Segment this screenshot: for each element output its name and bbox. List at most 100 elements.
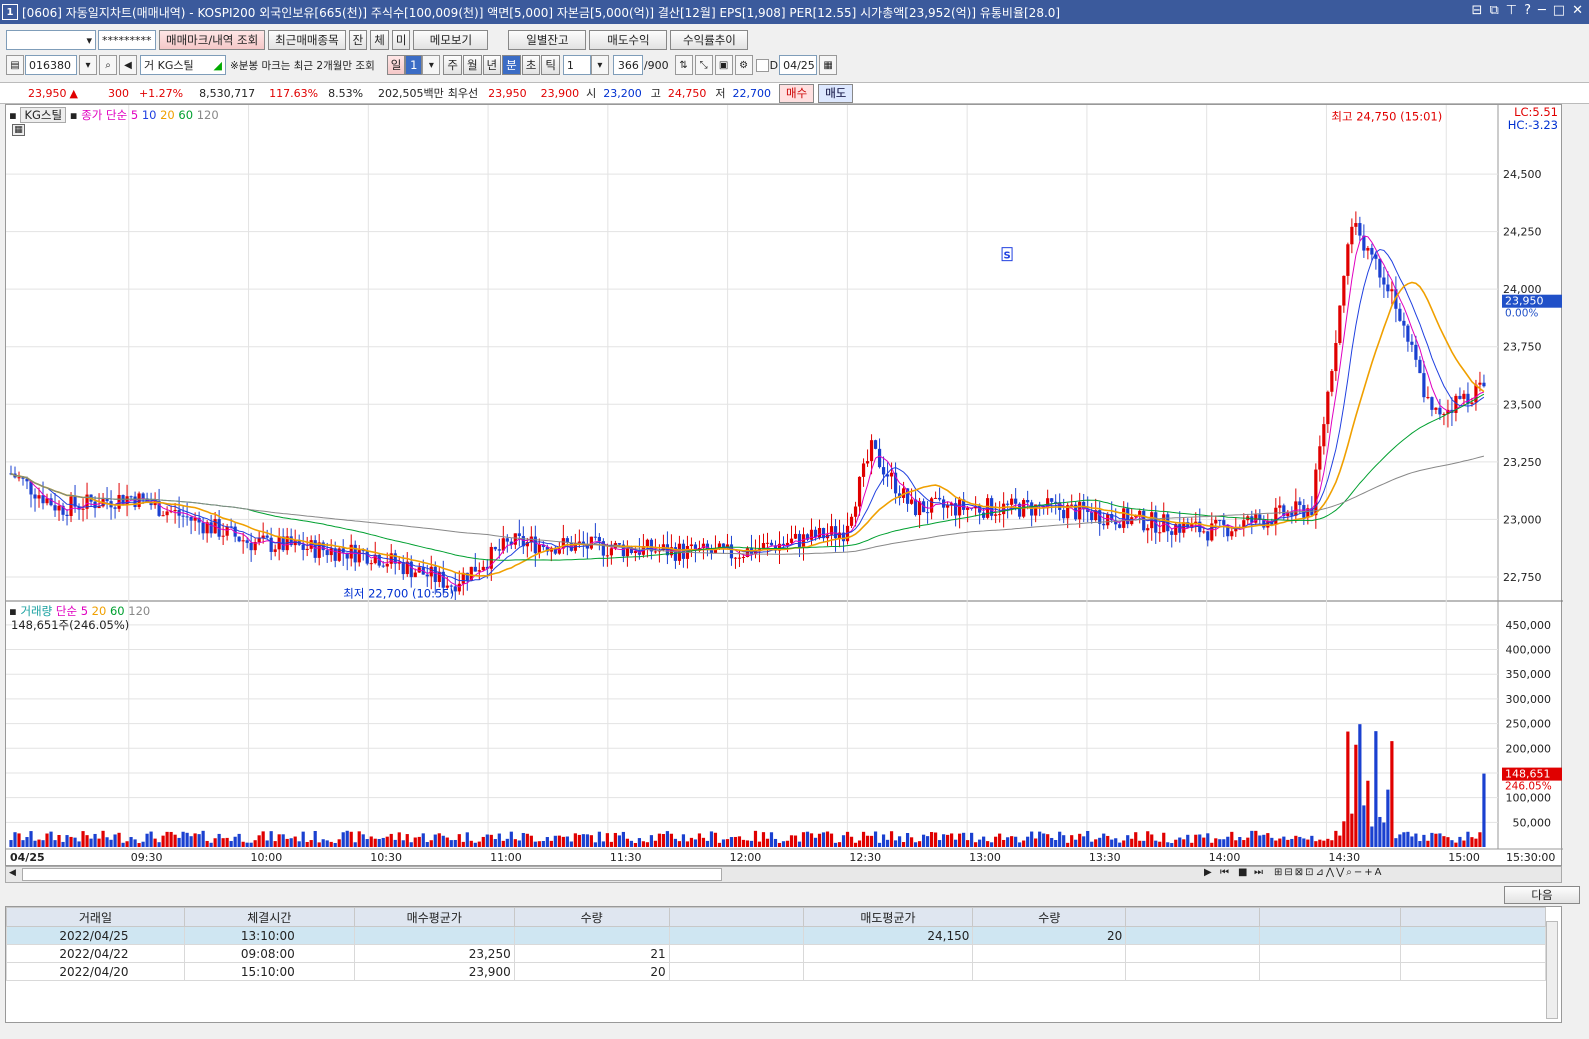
col-header[interactable]: 수량 xyxy=(513,907,670,927)
next-button[interactable]: 다음 xyxy=(1504,886,1580,904)
col-header[interactable] xyxy=(1125,907,1261,927)
volume-bar xyxy=(946,834,950,847)
calendar-icon[interactable]: ▦ xyxy=(819,55,838,75)
col-header[interactable] xyxy=(1400,907,1546,927)
balance-button[interactable]: 잔 xyxy=(348,30,368,50)
col-header[interactable]: 매도평균가 xyxy=(802,907,974,927)
period-week-button[interactable]: 주 xyxy=(443,55,462,75)
col-header[interactable]: 수량 xyxy=(972,907,1127,927)
restore-icon[interactable]: ⧉ xyxy=(1489,3,1498,18)
recent-trades-button[interactable]: 최근매매종목 xyxy=(268,30,346,50)
buy-button[interactable]: 매수 xyxy=(779,83,815,103)
col-header[interactable]: 거래일 xyxy=(6,907,185,927)
period-year-button[interactable]: 년 xyxy=(482,55,502,75)
sell-button[interactable]: 매도 xyxy=(818,83,854,103)
search-icon[interactable]: ⌕ xyxy=(99,55,117,75)
date-field[interactable]: 04/25 xyxy=(779,55,818,75)
candle-body xyxy=(81,508,85,510)
volume-bar xyxy=(553,835,557,847)
time-tick-label: 10:00 xyxy=(251,851,283,864)
volume-bar xyxy=(641,841,646,847)
zoom-icon[interactable]: ⤡ xyxy=(694,55,713,75)
volume-bar xyxy=(1414,833,1418,847)
table-row[interactable]: 2022/04/20 15:10:00 23,900 20 xyxy=(6,962,1546,981)
table-row[interactable]: 2022/04/22 09:08:00 23,250 21 xyxy=(6,944,1546,963)
volume-bar xyxy=(1134,832,1138,847)
memo-button[interactable]: 메모보기 xyxy=(413,30,489,50)
return-trend-button[interactable]: 수익률추이 xyxy=(670,30,749,50)
date-checkbox[interactable] xyxy=(755,58,769,72)
stock-name-field[interactable]: 거 KG스틸 ◢ xyxy=(140,55,226,75)
save-icon[interactable]: ▣ xyxy=(714,55,733,75)
volume-bar xyxy=(1386,789,1390,847)
volume-bar xyxy=(813,837,818,847)
stop-icon[interactable]: ■ xyxy=(1238,867,1247,878)
scroll-thumb[interactable] xyxy=(22,868,722,881)
candle-body xyxy=(1294,501,1298,516)
trade-mark-query-button[interactable]: 매매마크/내역 조회 xyxy=(159,30,266,50)
col-header[interactable] xyxy=(1259,907,1402,927)
maximize-icon[interactable]: □ xyxy=(1553,3,1565,18)
scroll-left-icon[interactable]: ◀ xyxy=(9,868,16,878)
candle-body xyxy=(1006,503,1010,505)
volume-bar xyxy=(645,842,650,847)
price-volume-chart[interactable]: 24,50024,25024,00023,75023,50023,25023,0… xyxy=(6,105,1563,867)
chart-area[interactable]: 24,500 24,250 24,000 23,750 23,500 23,250 23,0… xyxy=(5,104,1563,867)
volume-bar xyxy=(21,840,25,847)
password-field[interactable]: ********* xyxy=(98,30,156,50)
volume-bar xyxy=(873,831,878,847)
stock-code-field[interactable]: 016380 xyxy=(25,55,77,75)
volume-bar xyxy=(1294,835,1298,847)
code-search-icon[interactable]: ▤ xyxy=(6,55,24,75)
grid-toggle-icon[interactable]: ▦ xyxy=(12,124,25,136)
table-scrollbar[interactable] xyxy=(1546,921,1558,1019)
col-header[interactable]: 매수평균가 xyxy=(353,907,515,927)
interval-field[interactable]: 1 xyxy=(562,55,591,75)
volume-bar xyxy=(1378,816,1382,847)
current-price-text: 23,950 xyxy=(1505,295,1544,308)
period-tick-button[interactable]: 틱 xyxy=(541,55,560,75)
period-day-button[interactable]: 일 xyxy=(386,55,406,75)
cell-empty xyxy=(1400,926,1546,945)
sell-profit-button[interactable]: 매도수익 xyxy=(589,30,668,50)
help-icon[interactable]: ? xyxy=(1524,3,1531,18)
volume-bar xyxy=(1078,833,1082,847)
chart-tools-icon[interactable]: ⊞⊟⊠⊡⊿⋀⋁⌕−+A xyxy=(1274,867,1384,878)
period-second-button[interactable]: 초 xyxy=(521,55,541,75)
daily-balance-button[interactable]: 일별잔고 xyxy=(508,30,587,50)
volume-bar xyxy=(809,833,814,847)
volume-bar xyxy=(589,835,593,847)
rewind-icon[interactable]: ⏮ xyxy=(1220,867,1229,878)
layout-icon[interactable]: ⊟ xyxy=(1472,3,1483,18)
volume-bar xyxy=(225,837,229,847)
bars-icon[interactable]: ⇅ xyxy=(674,55,693,75)
count-field[interactable]: 366 xyxy=(612,55,643,75)
dropdown-icon[interactable]: ▾ xyxy=(79,55,97,75)
volume-bar xyxy=(625,838,629,847)
scroll-right-icon[interactable]: ▶ xyxy=(1204,867,1212,878)
volume-bar xyxy=(249,842,253,847)
interval-dropdown-icon[interactable]: ▾ xyxy=(590,55,609,75)
close-icon[interactable]: ✕ xyxy=(1572,3,1583,18)
pin-icon[interactable]: ⊤ xyxy=(1506,3,1517,18)
period-dropdown-icon[interactable]: ▾ xyxy=(422,55,441,75)
minimize-icon[interactable]: ─ xyxy=(1538,3,1546,18)
cell-empty xyxy=(1259,944,1402,963)
volume-bar xyxy=(153,838,157,847)
col-header[interactable]: 체결시간 xyxy=(183,907,355,927)
chart-scrollbar[interactable]: ◀ ▶ ⏮ ■ ⏭ ⊞⊟⊠⊡⊿⋀⋁⌕−+A xyxy=(5,866,1562,883)
period-num[interactable]: 1 xyxy=(405,55,423,75)
filled-button[interactable]: 체 xyxy=(370,30,389,50)
forward-icon[interactable]: ⏭ xyxy=(1254,867,1263,878)
account-select[interactable]: ▾ xyxy=(6,30,96,50)
col-header[interactable] xyxy=(668,907,804,927)
period-month-button[interactable]: 월 xyxy=(462,55,482,75)
unfilled-button[interactable]: 미 xyxy=(391,30,411,50)
volume-bar xyxy=(885,839,890,847)
table-row[interactable]: 2022/04/25 13:10:00 24,150 20 xyxy=(6,926,1546,945)
legend-stock-name[interactable]: KG스틸 xyxy=(20,107,67,123)
period-minute-button[interactable]: 분 xyxy=(502,55,521,75)
candle-body xyxy=(273,549,277,552)
sound-icon[interactable]: ◀ xyxy=(119,55,137,75)
gear-icon[interactable]: ⚙ xyxy=(734,55,753,75)
